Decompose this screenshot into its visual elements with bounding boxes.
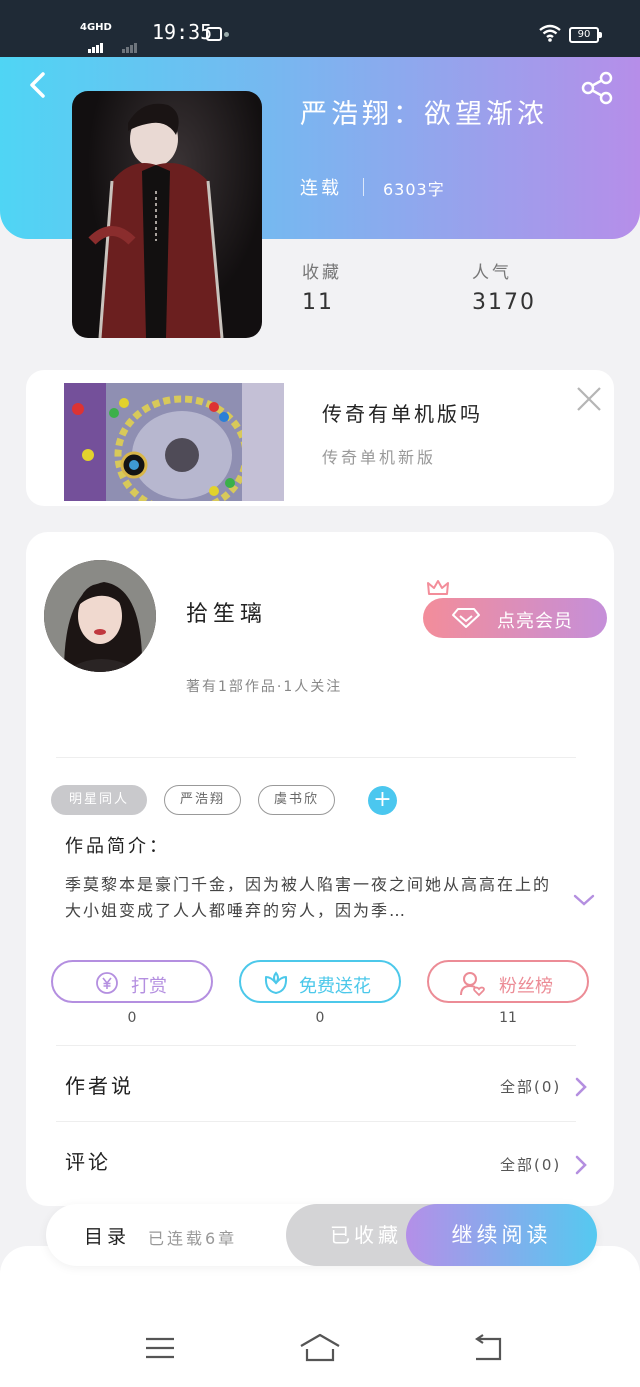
author-meta: 著有1部作品·1人关注 (186, 679, 343, 695)
author-notes-title: 作者说 (65, 1074, 134, 1098)
share-icon[interactable] (580, 70, 616, 106)
cover-figure-icon (88, 103, 224, 338)
tag-chip[interactable]: 严浩翔 (164, 785, 241, 815)
home-icon[interactable] (298, 1332, 342, 1364)
fan-ranking-button[interactable]: 粉丝榜 (427, 960, 589, 1003)
vip-button[interactable]: 点亮会员 (423, 598, 607, 638)
crown-icon (427, 580, 449, 595)
ad-card[interactable]: 传奇有单机版吗 传奇单机新版 (26, 370, 614, 506)
author-name[interactable]: 拾笙璃 (186, 596, 267, 628)
toc-button[interactable]: 目录 (84, 1222, 130, 1249)
fan-count: 11 (499, 1010, 517, 1026)
notification-dot-icon (224, 32, 229, 37)
send-flower-button[interactable]: 免费送花 (239, 960, 401, 1003)
send-flower-label: 免费送花 (299, 976, 371, 997)
divider (56, 1045, 576, 1046)
author-notes-all-link[interactable]: 全部(0) (500, 1076, 561, 1097)
chevron-down-icon[interactable] (572, 892, 596, 908)
chevron-right-icon[interactable] (574, 1076, 588, 1098)
signal-2-icon (122, 34, 138, 53)
vip-button-label: 点亮会员 (497, 611, 573, 632)
divider (56, 757, 576, 758)
yen-icon (96, 972, 118, 994)
add-tag-button[interactable]: + (368, 786, 397, 815)
user-heart-icon (460, 972, 485, 997)
battery-icon: 90 (569, 27, 602, 43)
status-divider (363, 178, 364, 196)
author-avatar[interactable] (44, 560, 156, 672)
favorites-value: 11 (302, 290, 334, 315)
reward-button[interactable]: 打赏 (51, 960, 213, 1003)
message-icon (206, 27, 222, 41)
menu-icon[interactable] (144, 1334, 176, 1362)
comments-title: 评论 (65, 1150, 111, 1174)
ad-title[interactable]: 传奇有单机版吗 (322, 398, 483, 427)
diamond-icon (452, 608, 480, 628)
ad-subtitle: 传奇单机新版 (322, 448, 437, 467)
flower-icon (264, 971, 288, 994)
flower-count: 0 (315, 1010, 325, 1026)
book-status: 连载 (300, 178, 342, 199)
comments-all-link[interactable]: 全部(0) (500, 1154, 561, 1175)
tag-chip[interactable]: 虞书欣 (258, 785, 335, 815)
system-nav-bar (0, 1246, 640, 1387)
popularity-label: 人气 (472, 263, 512, 283)
status-time: 19:35 (152, 20, 213, 44)
book-word-count: 6303字 (383, 180, 445, 199)
network-type: 4GHD (80, 22, 112, 33)
status-bar: 4GHD 19:35 90 (0, 0, 640, 60)
avatar-portrait-icon (44, 560, 156, 672)
intro-text[interactable]: 季莫黎本是豪门千金，因为被人陷害一夜之间她从高高在上的大小姐变成了人人都唾弃的穷… (65, 872, 555, 924)
signal-icon (88, 34, 104, 53)
chevron-right-icon[interactable] (574, 1154, 588, 1176)
wifi-icon (539, 24, 561, 42)
book-title: 严浩翔：欲望渐浓 (300, 99, 548, 130)
intro-heading: 作品简介： (65, 836, 170, 857)
popularity-value: 3170 (472, 290, 536, 315)
back-icon[interactable] (22, 68, 56, 102)
tag-chip[interactable]: 明星同人 (51, 785, 147, 815)
ad-game-icon (64, 383, 284, 501)
continue-reading-button[interactable]: 继续阅读 (406, 1204, 597, 1266)
close-icon[interactable] (574, 384, 604, 414)
ad-image[interactable] (64, 383, 284, 501)
book-info-card: 拾笙璃 著有1部作品·1人关注 点亮会员 (26, 532, 614, 1206)
book-cover[interactable] (72, 91, 262, 338)
divider (56, 1121, 576, 1122)
reward-count: 0 (127, 1010, 137, 1026)
chapter-count: 已连载6章 (148, 1229, 238, 1248)
fan-ranking-label: 粉丝榜 (499, 976, 553, 997)
favorites-label: 收藏 (302, 263, 342, 283)
back-nav-icon[interactable] (470, 1334, 504, 1362)
reward-label: 打赏 (131, 976, 167, 997)
